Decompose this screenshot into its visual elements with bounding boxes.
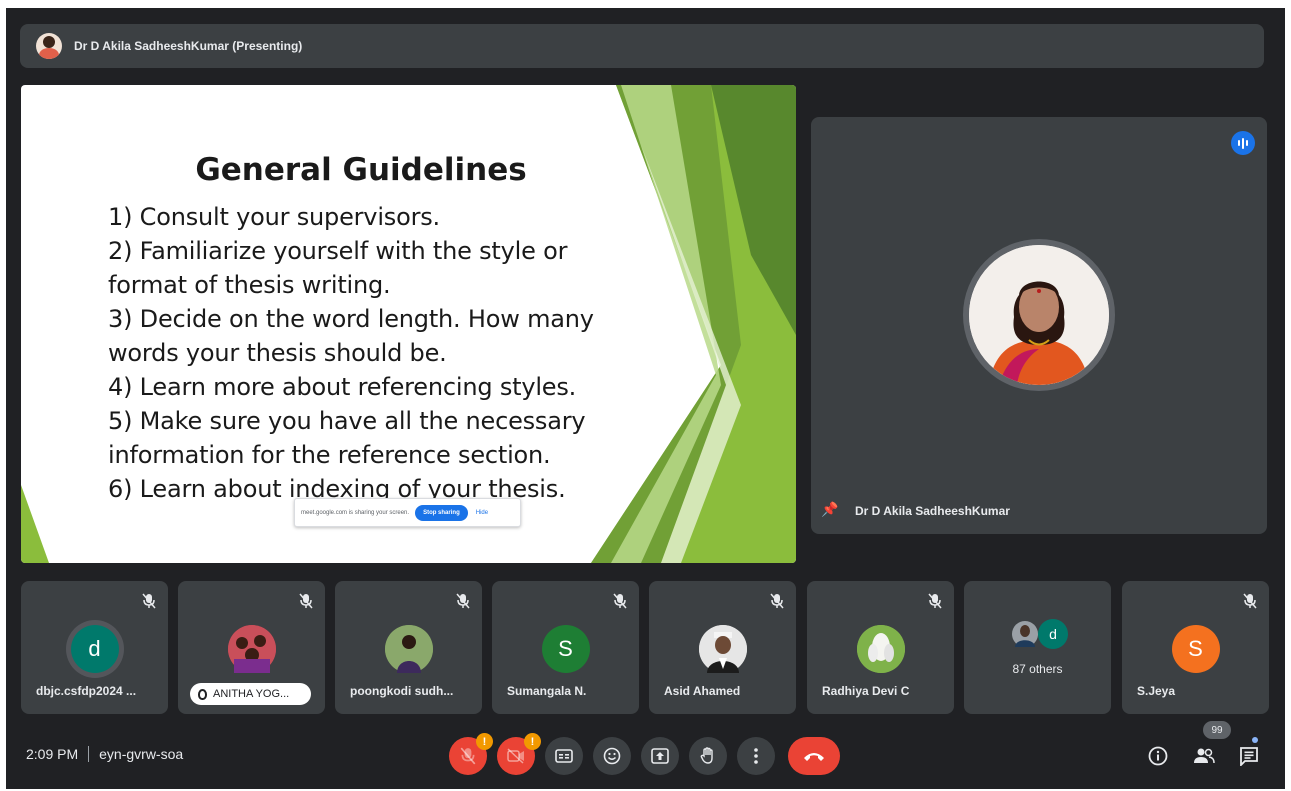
people-button[interactable]: [1191, 743, 1217, 769]
slide-line: 2) Familiarize yourself with the style o…: [108, 237, 568, 265]
captions-icon: [555, 749, 573, 763]
chat-button[interactable]: [1236, 743, 1262, 769]
speaker-portrait: [969, 245, 1109, 385]
hide-link[interactable]: Hide: [476, 510, 488, 516]
raise-hand-button[interactable]: [689, 737, 727, 775]
participant-name: ANITHA YOG...: [213, 688, 290, 700]
others-tile[interactable]: d 87 others: [964, 581, 1111, 714]
mic-on-icon: [198, 688, 207, 700]
mic-warning-badge: !: [476, 733, 493, 750]
mic-off-icon: [1243, 593, 1257, 609]
people-count-badge: 99: [1203, 721, 1231, 739]
mini-avatar: d: [1038, 619, 1068, 649]
hang-up-icon: [804, 753, 824, 761]
chat-icon: [1240, 747, 1258, 766]
presenter-bar: Dr D Akila SadheeshKumar (Presenting): [20, 24, 1264, 68]
reactions-button[interactable]: [593, 737, 631, 775]
mic-off-icon: [613, 593, 627, 609]
screen-share-notice: meet.google.com is sharing your screen. …: [294, 498, 521, 527]
presenter-avatar: [36, 33, 62, 59]
mic-off-icon: [928, 593, 942, 609]
meeting-info: 2:09 PM eyn-gvrw-soa: [26, 746, 183, 762]
microphone-button[interactable]: !: [449, 733, 493, 775]
participant-avatar: d: [70, 625, 119, 673]
slide-line: format of thesis writing.: [108, 271, 391, 299]
participant-tile[interactable]: S S.Jeya: [1122, 581, 1269, 714]
raise-hand-icon: [700, 747, 713, 764]
mic-off-icon: [456, 593, 470, 609]
mic-off-icon: [142, 593, 156, 609]
slide-line: words your thesis should be.: [108, 339, 447, 367]
participant-avatar: S: [541, 625, 590, 673]
more-options-button[interactable]: [737, 737, 775, 775]
emoji-icon: [603, 747, 621, 765]
participant-photo: [698, 625, 747, 673]
participant-photo: [856, 625, 905, 673]
people-icon: [1194, 748, 1215, 764]
participant-name: S.Jeya: [1137, 684, 1176, 698]
speaker-avatar: [963, 239, 1115, 391]
speaking-participant-label: ANITHA YOG...: [190, 683, 311, 705]
participant-avatar: S: [1171, 625, 1220, 673]
slide-body: 1) Consult your supervisors. 2) Familiar…: [108, 200, 628, 506]
slide-heading: General Guidelines: [195, 152, 527, 188]
participant-tile[interactable]: Asid Ahamed: [649, 581, 796, 714]
participant-name: Sumangala N.: [507, 684, 587, 698]
camera-button[interactable]: !: [497, 733, 541, 775]
participant-photo: [384, 625, 433, 673]
slide-line: 1) Consult your supervisors.: [108, 203, 440, 231]
divider: [88, 746, 90, 762]
participant-name: dbjc.csfdp2024 ...: [36, 684, 137, 698]
slide-line: 4) Learn more about referencing styles.: [108, 373, 577, 401]
pin-icon[interactable]: 📌: [821, 501, 838, 518]
participant-tile[interactable]: poongkodi sudh...: [335, 581, 482, 714]
participant-name: poongkodi sudh...: [350, 684, 454, 698]
participant-name: Radhiya Devi C: [822, 684, 910, 698]
slide-line: information for the reference section.: [108, 441, 551, 469]
participant-tile[interactable]: ANITHA YOG...: [178, 581, 325, 714]
speaker-tile[interactable]: 📌 Dr D Akila SadheeshKumar: [811, 117, 1267, 534]
others-count: 87 others: [1012, 662, 1063, 676]
meeting-details-button[interactable]: [1145, 743, 1171, 769]
stop-sharing-button[interactable]: Stop sharing: [415, 504, 468, 521]
mic-off-icon: [770, 593, 784, 609]
share-message: meet.google.com is sharing your screen.: [301, 509, 410, 516]
info-icon: [1148, 746, 1168, 766]
chat-notification-dot: [1252, 737, 1258, 743]
camera-off-icon: [507, 748, 524, 764]
leave-call-button[interactable]: [788, 737, 840, 775]
participant-tile[interactable]: d dbjc.csfdp2024 ...: [21, 581, 168, 714]
presented-slide[interactable]: General Guidelines 1) Consult your super…: [21, 85, 796, 563]
camera-warning-badge: !: [524, 733, 541, 750]
captions-button[interactable]: [545, 737, 583, 775]
present-button[interactable]: [641, 737, 679, 775]
presenter-title: Dr D Akila SadheeshKumar (Presenting): [74, 39, 303, 53]
meeting-code: eyn-gvrw-soa: [99, 746, 184, 762]
slide-line: 5) Make sure you have all the necessary: [108, 407, 586, 435]
meet-window: Dr D Akila SadheeshKumar (Presenting) Ge…: [6, 8, 1285, 789]
more-vert-icon: [754, 748, 758, 764]
speaker-name: Dr D Akila SadheeshKumar: [855, 504, 1010, 518]
participant-photo: [227, 625, 276, 673]
participant-tile[interactable]: Radhiya Devi C: [807, 581, 954, 714]
present-screen-icon: [651, 748, 669, 764]
slide-line: 3) Decide on the word length. How many: [108, 305, 594, 333]
participant-tile[interactable]: S Sumangala N.: [492, 581, 639, 714]
clock-time: 2:09 PM: [26, 746, 79, 762]
mic-off-icon: [299, 593, 313, 609]
participant-name: Asid Ahamed: [664, 684, 741, 698]
audio-level-icon: [1231, 131, 1255, 155]
mic-off-icon: [460, 747, 476, 765]
